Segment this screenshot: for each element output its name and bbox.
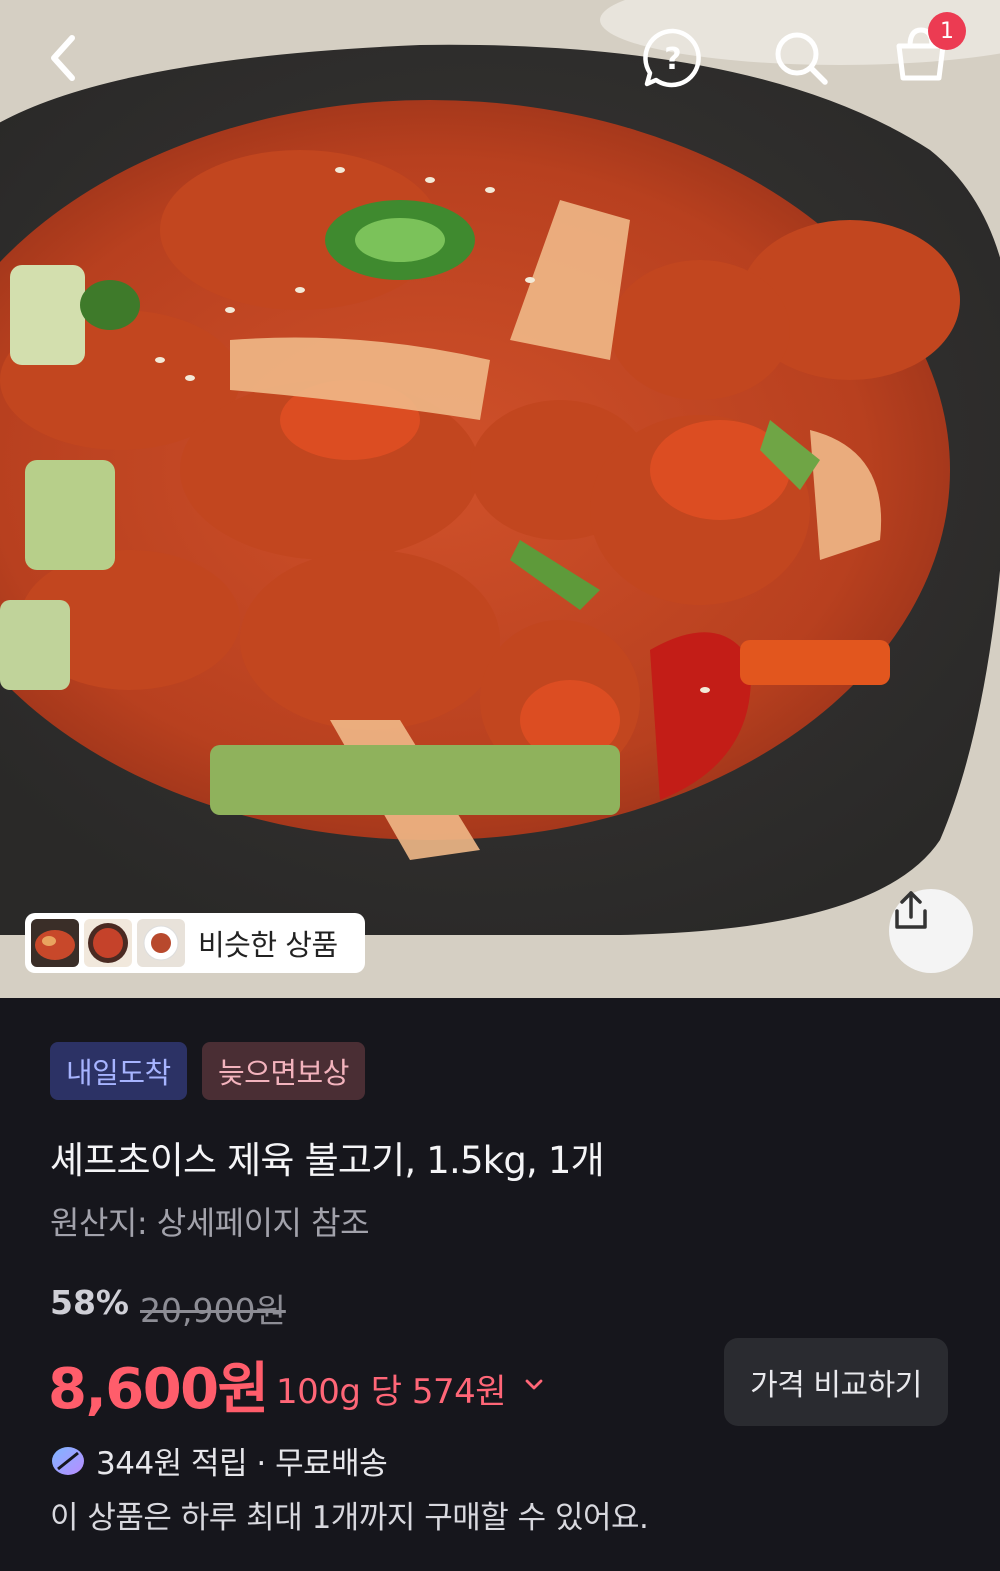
reward-row: 344원 적립 · 무료배송 <box>50 1438 388 1483</box>
similar-thumb-1 <box>31 919 79 967</box>
question-bubble-icon: ? <box>643 28 701 88</box>
chevron-left-icon <box>51 35 75 81</box>
similar-products-label: 비슷한 상품 <box>198 928 338 962</box>
unit-price-toggle[interactable]: 100g 당 574원 <box>276 1364 507 1413</box>
similar-products-button[interactable]: 비슷한 상품 <box>25 913 365 973</box>
search-button[interactable] <box>768 25 834 91</box>
product-image[interactable]: ? 1 비슷한 상품 <box>0 0 1000 998</box>
late-compensation-tag: 늦으면보상 <box>202 1042 365 1100</box>
chevron-down-icon[interactable] <box>522 1372 546 1396</box>
purchase-limit-notice: 이 상품은 하루 최대 1개까지 구매할 수 있어요. <box>50 1500 649 1536</box>
sale-price: 8,600원 <box>48 1357 269 1422</box>
svg-text:?: ? <box>664 42 681 77</box>
cart-count-badge: 1 <box>928 12 966 50</box>
tomorrow-arrival-tag: 내일도착 <box>50 1042 187 1100</box>
search-icon <box>775 32 828 85</box>
compare-price-button[interactable]: 가격 비교하기 <box>724 1338 948 1426</box>
reward-icon <box>52 1446 84 1475</box>
original-price: 20,900원 <box>140 1291 286 1330</box>
back-button[interactable] <box>34 28 94 88</box>
product-info-panel: 내일도착 늦으면보상 셰프초이스 제육 불고기, 1.5kg, 1개 원산지: … <box>0 998 1000 1571</box>
product-title: 셰프초이스 제육 불고기, 1.5kg, 1개 <box>50 1139 605 1182</box>
product-origin: 원산지: 상세페이지 참조 <box>50 1204 370 1242</box>
share-button[interactable] <box>889 889 973 973</box>
similar-thumb-3 <box>137 919 185 967</box>
food-photo <box>0 0 1000 998</box>
reward-shipping-text: 344원 적립 · 무료배송 <box>96 1446 388 1482</box>
share-icon <box>895 891 927 929</box>
similar-thumb-2 <box>84 919 132 967</box>
discount-rate: 58% <box>50 1283 129 1322</box>
help-button[interactable]: ? <box>640 25 706 91</box>
